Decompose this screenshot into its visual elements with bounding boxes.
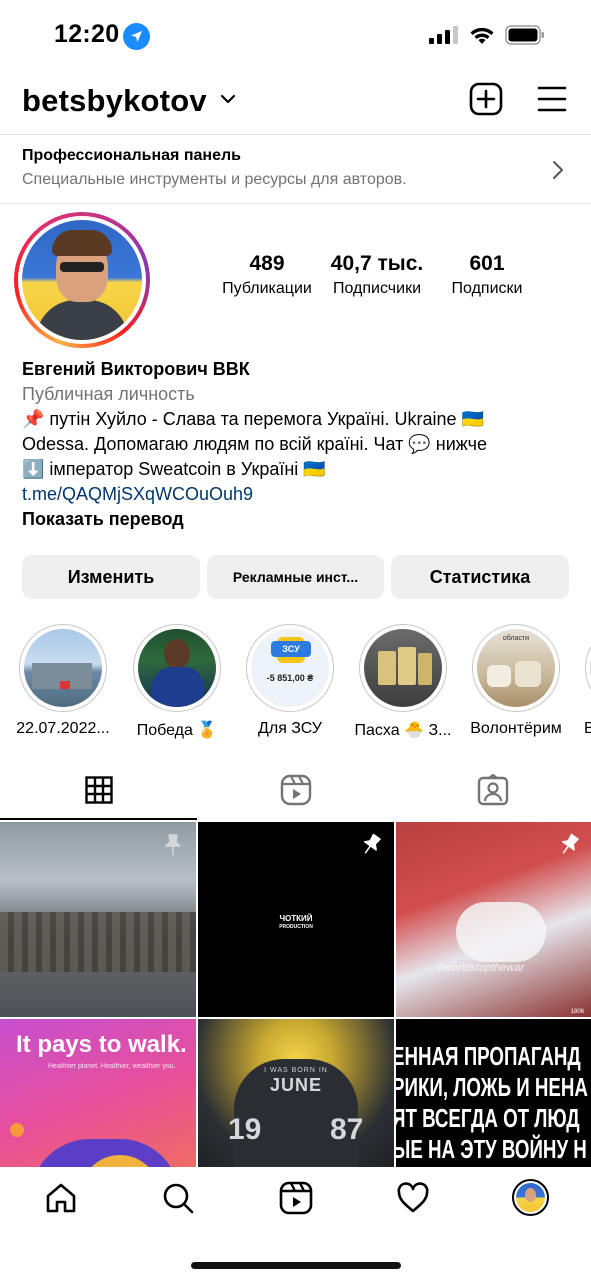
location-arrow-icon <box>123 23 150 50</box>
highlight-item[interactable]: ЗСУ -5 851,00 ₴ Для ЗСУ <box>235 624 345 738</box>
bottom-navigation <box>0 1167 591 1233</box>
wifi-icon <box>470 27 494 44</box>
post-text: ЧОТКИЙ <box>279 914 313 923</box>
story-highlights: 22.07.2022... Победа 🏅 ЗСУ -5 851,00 ₴ Д… <box>0 624 591 744</box>
posts-label: Публикации <box>222 280 312 297</box>
professional-dashboard[interactable]: Профессиональная панель Специальные инст… <box>0 134 591 204</box>
highlight-label: Для ЗСУ <box>258 720 322 737</box>
home-indicator <box>191 1262 401 1269</box>
post-thumbnail[interactable]: ЕННАЯ ПРОПАГАНД РИКИ, ЛОЖЬ И НЕНА ЯТ ВСЕ… <box>396 1019 591 1167</box>
username-switcher[interactable]: betsbykotov <box>22 83 207 119</box>
highlight-label: Победа 🏅 <box>136 722 218 739</box>
home-icon[interactable] <box>44 1181 78 1215</box>
status-indicators <box>429 25 545 45</box>
post-text: РИКИ, ЛОЖЬ И НЕНА <box>396 1072 588 1102</box>
profile-bio: Евгений Викторович ВВК Публичная личност… <box>22 357 582 532</box>
menu-hamburger-icon[interactable] <box>537 85 567 113</box>
status-time: 12:20 <box>54 20 120 48</box>
post-text: JUNE <box>269 1075 322 1095</box>
show-translation-link[interactable]: Показать перевод <box>22 507 582 532</box>
following-count: 601 <box>469 252 505 275</box>
pin-icon <box>165 834 181 855</box>
highlight-item[interactable]: В <box>574 624 591 738</box>
post-thumbnail[interactable]: It pays to walk. Healthier planet. Healt… <box>0 1019 196 1167</box>
post-thumbnail[interactable]: I WAS BORN IN JUNE 19 87 <box>198 1019 394 1167</box>
post-counter: 1806 <box>570 1009 584 1015</box>
grid-icon <box>84 776 113 804</box>
profile-header: betsbykotov <box>0 70 591 134</box>
post-text: 87 <box>330 1113 364 1146</box>
post-text: It pays to walk. <box>16 1031 187 1058</box>
highlight-item[interactable]: 22.07.2022... <box>8 624 118 738</box>
chevron-right-icon <box>553 161 563 179</box>
create-plus-icon[interactable] <box>469 82 503 116</box>
highlight-amount: -5 851,00 ₴ <box>266 673 314 683</box>
post-thumbnail[interactable]: #worldstopthewar 1806 <box>396 822 591 1017</box>
category-label: Публичная личность <box>22 384 195 404</box>
highlight-label: 22.07.2022... <box>16 720 110 737</box>
tab-posts-grid[interactable] <box>0 760 197 820</box>
profile-avatar[interactable] <box>14 212 150 348</box>
chevron-down-icon[interactable] <box>219 92 237 106</box>
insights-button[interactable]: Статистика <box>391 555 569 599</box>
post-text: ЕННАЯ ПРОПАГАНД <box>396 1041 581 1071</box>
post-thumbnail[interactable] <box>0 822 196 1017</box>
stat-posts[interactable]: 489 Публикации <box>212 252 322 298</box>
reels-icon[interactable] <box>279 1181 313 1215</box>
tagged-icon <box>477 774 508 806</box>
post-text: ЫЕ НА ЭТУ ВОЙНУ Н <box>396 1134 587 1164</box>
bio-line: Odessa. Допомагаю людям по всій країні. … <box>22 434 488 454</box>
pro-panel-subtitle: Специальные инструменты и ресурсы для ав… <box>22 171 407 188</box>
heart-icon[interactable] <box>396 1181 430 1215</box>
post-thumbnail[interactable]: ЧОТКИЙ PRODUCTION <box>198 822 394 1017</box>
status-bar: 12:20 <box>0 0 591 70</box>
post-text: ЯТ ВСЕГДА ОТ ЛЮД <box>396 1103 580 1133</box>
posts-count: 489 <box>249 252 285 275</box>
tab-reels[interactable] <box>197 760 394 820</box>
pro-panel-title: Профессиональная панель <box>22 147 241 164</box>
highlight-overlay-text: области <box>502 635 530 642</box>
profile-avatar-tab[interactable] <box>512 1179 549 1216</box>
post-text: 19 <box>228 1113 262 1146</box>
full-name: Евгений Викторович ВВК <box>22 359 250 379</box>
highlight-item[interactable]: Победа 🏅 <box>122 624 232 740</box>
bio-line: ⬇️ імператор Sweatcoin в Україні 🇺🇦 <box>22 459 326 479</box>
ad-tools-button[interactable]: Рекламные инст... <box>207 555 384 599</box>
followers-count: 40,7 тыс. <box>330 252 424 275</box>
posts-grid: ЧОТКИЙ PRODUCTION #worldstopthewar 1806 … <box>0 822 591 1167</box>
post-text: PRODUCTION <box>279 924 313 930</box>
stat-following[interactable]: 601 Подписки <box>432 252 542 298</box>
stat-followers[interactable]: 40,7 тыс. Подписчики <box>322 252 432 298</box>
highlight-item[interactable]: Пасха 🐣 З... <box>348 624 458 740</box>
profile-actions: Изменить Рекламные инст... Статистика <box>22 555 570 599</box>
profile-content-tabs <box>0 760 591 820</box>
following-label: Подписки <box>451 280 523 297</box>
post-watermark: #worldstopthewar <box>438 962 525 974</box>
search-icon[interactable] <box>161 1181 195 1215</box>
edit-profile-button[interactable]: Изменить <box>22 555 200 599</box>
bio-line: 📌 путін Хуйло - Слава та перемога Україн… <box>22 409 484 429</box>
post-text: Healthier planet. Healthier, wealthier y… <box>48 1063 176 1070</box>
highlight-label: Пасха 🐣 З... <box>354 722 452 739</box>
active-tab-indicator <box>0 818 197 820</box>
reels-icon <box>280 774 311 806</box>
tab-tagged[interactable] <box>394 760 591 820</box>
highlight-label: Волонтёрим <box>470 720 562 737</box>
post-text: I WAS BORN IN <box>264 1067 328 1074</box>
highlight-item[interactable]: области Волонтёрим <box>461 624 571 738</box>
followers-label: Подписчики <box>332 280 421 297</box>
bio-link[interactable]: t.me/QAQMjSXqWCOuOuh9 <box>22 482 582 507</box>
pin-icon <box>363 833 381 854</box>
avatar-photo <box>22 220 142 340</box>
battery-icon <box>505 25 544 45</box>
highlight-badge: ЗСУ <box>271 641 311 657</box>
highlight-label: В <box>584 720 591 737</box>
pin-icon <box>561 833 579 854</box>
cellular-signal-icon <box>429 26 458 44</box>
